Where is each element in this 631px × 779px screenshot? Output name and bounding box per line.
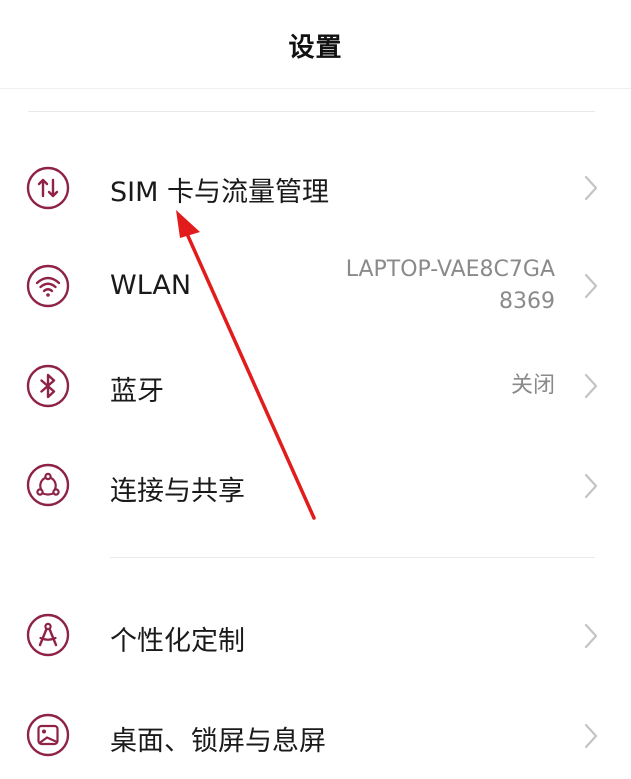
settings-item-wlan[interactable]: WLAN LAPTOP-VAE8C7GA 8369	[0, 236, 631, 336]
settings-item-wallpaper[interactable]: 桌面、锁屏与息屏	[0, 686, 631, 779]
bluetooth-label: 蓝牙	[110, 376, 164, 407]
connection-share-icon	[26, 463, 70, 507]
section-divider	[110, 557, 595, 558]
wallpaper-icon	[26, 713, 70, 757]
wlan-network-name: LAPTOP-VAE8C7GA 8369	[346, 254, 555, 318]
chevron-right-icon	[583, 472, 599, 500]
wlan-label: WLAN	[110, 270, 192, 301]
bluetooth-status: 关闭	[510, 373, 555, 398]
connection-sharing-label: 连接与共享	[110, 476, 245, 507]
settings-item-bluetooth[interactable]: 蓝牙 关闭	[0, 336, 631, 436]
wifi-icon	[26, 264, 70, 308]
personalization-label: 个性化定制	[110, 626, 245, 657]
settings-item-connection-sharing[interactable]: 连接与共享	[0, 436, 631, 536]
settings-item-personalization[interactable]: 个性化定制	[0, 586, 631, 686]
wlan-network-line2: 8369	[499, 289, 555, 314]
bluetooth-icon	[26, 364, 70, 408]
chevron-right-icon	[583, 272, 599, 300]
chevron-right-icon	[583, 174, 599, 202]
page-title: 设置	[288, 32, 343, 63]
wlan-network-line1: LAPTOP-VAE8C7GA	[345, 257, 555, 282]
wallpaper-label: 桌面、锁屏与息屏	[110, 726, 326, 757]
sim-label: SIM 卡与流量管理	[110, 177, 329, 208]
sim-data-icon	[26, 166, 70, 210]
top-divider	[28, 111, 595, 112]
personalization-icon	[26, 613, 70, 657]
chevron-right-icon	[583, 622, 599, 650]
settings-item-sim[interactable]: SIM 卡与流量管理	[0, 140, 631, 236]
chevron-right-icon	[583, 372, 599, 400]
chevron-right-icon	[583, 722, 599, 750]
settings-header: 设置	[0, 0, 631, 89]
